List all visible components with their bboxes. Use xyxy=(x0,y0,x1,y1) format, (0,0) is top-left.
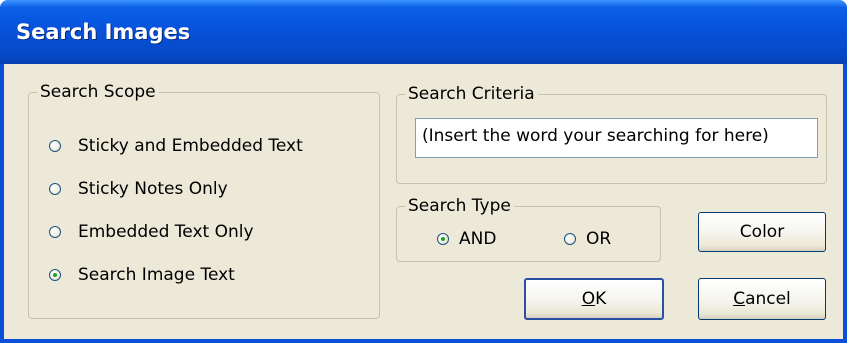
cancel-label-rest: ancel xyxy=(745,289,791,309)
radio-button-selected[interactable] xyxy=(437,233,449,245)
ok-button[interactable]: OK xyxy=(524,278,664,320)
search-criteria-group: Search Criteria (Insert the word your se… xyxy=(396,84,827,184)
cancel-button-label: Cancel xyxy=(733,289,791,309)
scope-option-label: Sticky and Embedded Text xyxy=(78,136,303,156)
ok-mnemonic: O xyxy=(581,289,596,309)
scope-option-embedded-text-only[interactable]: Embedded Text Only xyxy=(49,222,254,242)
dialog-title: Search Images xyxy=(16,20,191,44)
scope-option-search-image-text[interactable]: Search Image Text xyxy=(49,265,235,285)
color-button[interactable]: Color xyxy=(698,212,826,252)
radio-button[interactable] xyxy=(49,140,61,152)
color-button-label: Color xyxy=(739,222,785,242)
search-type-and[interactable]: AND xyxy=(437,229,496,249)
scope-option-label: Sticky Notes Only xyxy=(78,179,228,199)
search-type-option-label: AND xyxy=(459,229,497,249)
search-scope-group: Search Scope Sticky and Embedded Text St… xyxy=(28,82,380,319)
search-type-group: Search Type AND OR xyxy=(396,196,661,262)
cancel-mnemonic: C xyxy=(733,289,746,309)
scope-option-label: Search Image Text xyxy=(78,265,235,285)
ok-button-label: OK xyxy=(582,289,607,309)
ok-label-rest: K xyxy=(595,289,607,309)
search-scope-label: Search Scope xyxy=(37,82,159,102)
radio-button[interactable] xyxy=(49,183,61,195)
search-type-option-label: OR xyxy=(586,229,612,249)
search-criteria-label: Search Criteria xyxy=(405,84,538,104)
scope-option-sticky-and-embedded[interactable]: Sticky and Embedded Text xyxy=(49,136,303,156)
radio-button[interactable] xyxy=(564,233,576,245)
search-type-label: Search Type xyxy=(405,196,514,216)
search-images-dialog: Search Images Search Scope Sticky and Em… xyxy=(0,0,847,343)
scope-option-label: Embedded Text Only xyxy=(78,222,254,242)
title-bar[interactable]: Search Images xyxy=(0,0,847,64)
search-type-or[interactable]: OR xyxy=(564,229,611,249)
radio-button[interactable] xyxy=(49,226,61,238)
dialog-body: Search Scope Sticky and Embedded Text St… xyxy=(4,64,843,339)
radio-button-selected[interactable] xyxy=(49,269,61,281)
search-criteria-input[interactable]: (Insert the word your searching for here… xyxy=(415,118,818,158)
scope-option-sticky-notes-only[interactable]: Sticky Notes Only xyxy=(49,179,228,199)
cancel-button[interactable]: Cancel xyxy=(698,278,826,320)
